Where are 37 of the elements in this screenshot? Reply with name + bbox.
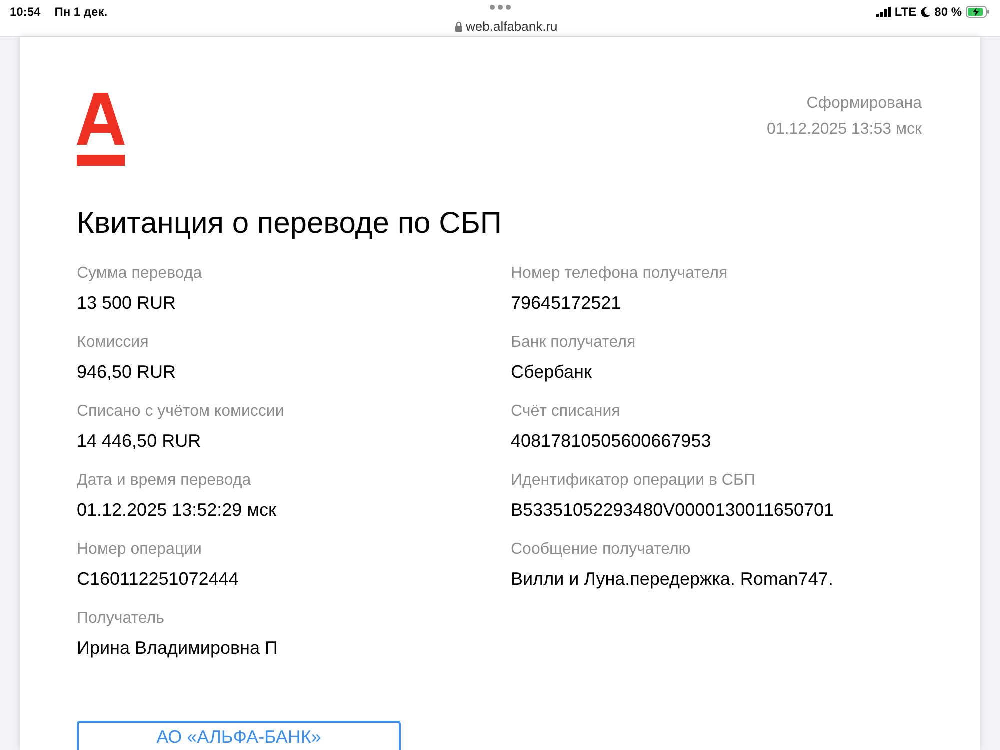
battery-charging-icon: [966, 6, 990, 18]
url-text[interactable]: web.alfabank.ru: [466, 17, 558, 36]
field-label: Сумма перевода: [77, 264, 204, 284]
more-icon[interactable]: [490, 5, 511, 10]
receipt-title: Квитанция о переводе по СБП: [76, 206, 503, 242]
battery-percent: 80 %: [934, 4, 962, 21]
status-time: 10:54: [10, 4, 41, 21]
generated-date: 01.12.2025 13:53 мск: [766, 120, 922, 140]
field-label: Идентификатор операции в СБП: [511, 471, 756, 491]
field-label: Номер операции: [77, 540, 203, 560]
field-value: Сбербанк: [511, 361, 593, 384]
field-value: B53351052293480V0000130011650701: [511, 499, 834, 522]
network-label: LTE: [894, 4, 917, 21]
field-label: Получатель: [77, 609, 166, 629]
field-value: 01.12.2025 13:52:29 мск: [77, 499, 278, 522]
field-label: Счёт списания: [511, 402, 622, 422]
signal-icon: [876, 7, 891, 17]
field-value: 14 446,50 RUR: [77, 430, 202, 453]
field-value: C160112251072444: [77, 568, 240, 591]
field-value: 79645172521: [511, 292, 622, 315]
field-value: 13 500 RUR: [77, 292, 178, 315]
bank-stamp: АО «АЛЬФА-БАНК»: [77, 721, 401, 750]
field-label: Комиссия: [77, 333, 150, 353]
status-date: Пн 1 дек.: [54, 4, 108, 21]
field-label: Списано с учётом комиссии: [77, 402, 286, 422]
field-value: 946,50 RUR: [77, 361, 178, 384]
field-label: Номер телефона получателя: [511, 264, 729, 284]
field-label: Сообщение получателю: [511, 540, 692, 560]
generated-label: Сформирована: [806, 94, 922, 114]
field-value: Вилли и Луна.передержка. Roman747.: [511, 568, 834, 591]
field-value: Ирина Владимировна П: [77, 637, 279, 660]
field-value: 40817810505600667953: [511, 430, 712, 453]
field-label: Дата и время перевода: [77, 471, 252, 491]
moon-icon: [920, 6, 931, 18]
logo-icon: [77, 93, 125, 166]
field-label: Банк получателя: [511, 333, 637, 353]
lock-icon: [455, 21, 463, 32]
